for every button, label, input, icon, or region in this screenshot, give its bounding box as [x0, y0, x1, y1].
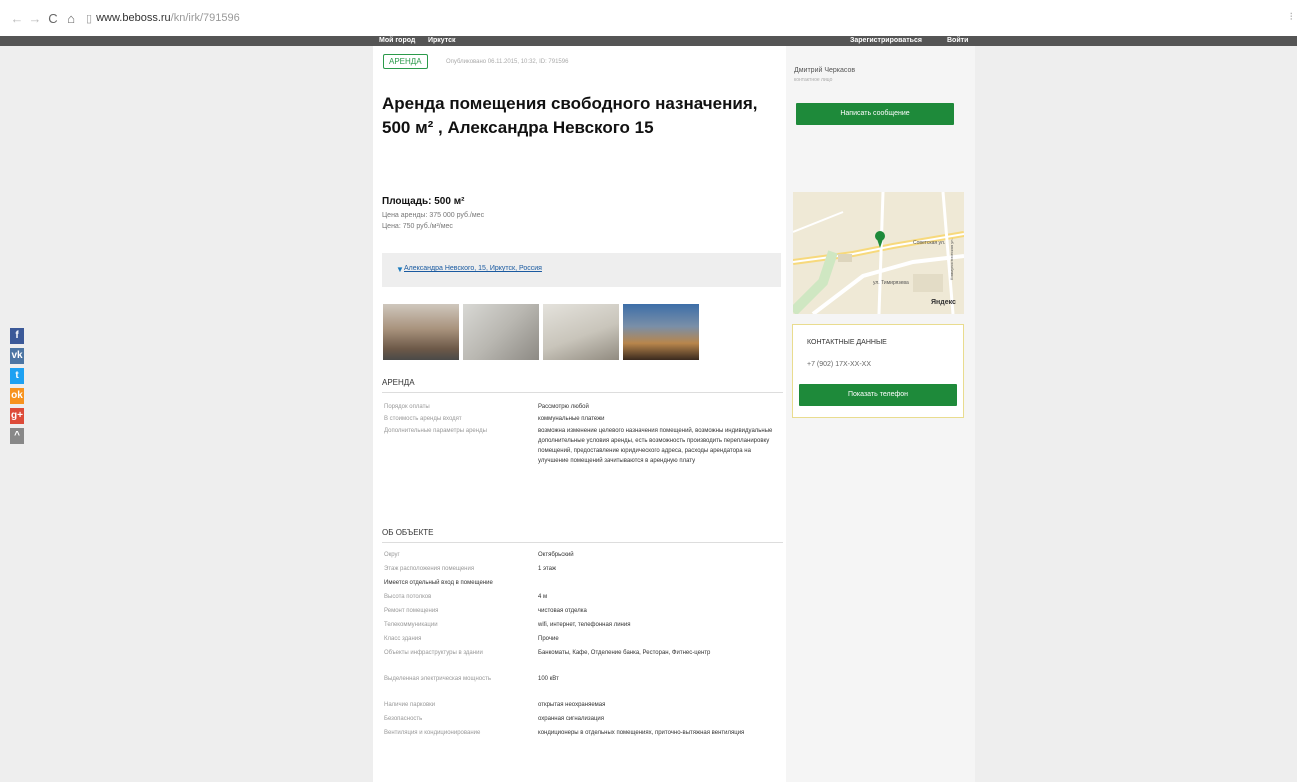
detail-label: Объекты инфраструктуры в здании [384, 650, 483, 656]
detail-value: Прочие [538, 636, 559, 642]
detail-label: Безопасность [384, 716, 423, 722]
deal-type-badge: АРЕНДА [383, 54, 428, 69]
detail-label: Наличие парковки [384, 702, 436, 708]
divider [382, 542, 783, 543]
contact-box: КОНТАКТНЫЕ ДАННЫЕ +7 (902) 17X-XX-XX Пок… [792, 324, 964, 418]
detail-value: Рассмотрю любой [538, 404, 589, 410]
city-irkutsk-link[interactable]: Иркутск [428, 36, 456, 46]
reload-icon[interactable]: C [44, 11, 62, 26]
street-label: Советская ул. [913, 240, 945, 246]
photo-interior-1[interactable] [463, 304, 539, 360]
price-per-meter: Цена: 750 руб./м²/мес [382, 223, 453, 230]
my-city-link[interactable]: Мой город [379, 36, 415, 46]
detail-label: Выделенная электрическая мощность [384, 676, 491, 682]
detail-value: Банкоматы, Кафе, Отделение банка, Рестор… [538, 650, 711, 656]
browser-toolbar: ← → C ⌂ ▯ www.beboss.ru/kn/irk/791596 ⁝ [0, 0, 1297, 36]
photo-interior-2[interactable] [543, 304, 619, 360]
detail-label: Ремонт помещения [384, 608, 439, 614]
show-phone-button[interactable]: Показать телефон [799, 384, 957, 406]
social-share-bar: f vk t ok g+ ^ [10, 328, 24, 448]
detail-value: чистовая отделка [538, 608, 587, 614]
twitter-icon[interactable]: t [10, 368, 24, 384]
agent-name: Дмитрий Черкасов [794, 67, 856, 74]
detail-value: коммунальные платежи [538, 416, 605, 422]
rent-price: Цена аренды: 375 000 руб./мес [382, 212, 485, 219]
area-value: Площадь: 500 м² [382, 196, 465, 207]
detail-value: охранная сигнализация [538, 716, 604, 722]
detail-value: Октябрьский [538, 552, 574, 558]
phone-number: +7 (902) 17X-XX-XX [807, 361, 872, 368]
detail-label: Вентиляция и кондиционирование [384, 730, 481, 736]
detail-value: кондиционеры в отдельных помещениях, при… [538, 730, 745, 736]
facebook-icon[interactable]: f [10, 328, 24, 344]
detail-label: Этаж расположения помещения [384, 566, 475, 572]
detail-value: 4 м [538, 594, 548, 600]
detail-value: 1 этаж [538, 566, 556, 572]
forward-icon[interactable]: → [26, 11, 44, 26]
location-pin-icon: ▼ [396, 265, 404, 274]
detail-label: Телекоммуникации [384, 622, 438, 628]
url-path: /kn/irk/791596 [170, 12, 240, 24]
published-date: Опубликовано 06.11.2015, 10:32, ID: 7915… [446, 59, 569, 65]
address-bar[interactable]: ▯ www.beboss.ru/kn/irk/791596 [86, 12, 240, 25]
back-icon[interactable]: ← [8, 11, 26, 26]
map-graphic: Советская ул. ул. Тимирязева Коммунистич… [793, 192, 964, 314]
address-link[interactable]: Александра Невского, 15, Иркутск, Россия [404, 265, 542, 272]
object-section-heading: ОБ ОБЪЕКТЕ [382, 528, 434, 537]
detail-label: Высота потолков [384, 594, 432, 600]
photo-building[interactable] [383, 304, 459, 360]
detail-value: открытая неохраняемая [538, 702, 606, 708]
detail-label: Округ [384, 552, 400, 558]
detail-value: wifi, интернет, телефонная линия [538, 622, 631, 628]
odnoklassniki-icon[interactable]: ok [10, 388, 24, 404]
detail-value: возможна изменение целевого назначения п… [538, 428, 773, 464]
google-plus-icon[interactable]: g+ [10, 408, 24, 424]
street-label: Коммунистическая ул. [949, 238, 954, 280]
contacts-heading: КОНТАКТНЫЕ ДАННЫЕ [807, 339, 887, 346]
divider [382, 392, 783, 393]
detail-label: Класс здания [384, 636, 422, 642]
more-share-icon[interactable]: ^ [10, 428, 24, 444]
detail-label: Дополнительные параметры аренды [384, 428, 487, 434]
register-link[interactable]: Зарегистрироваться [850, 36, 922, 46]
detail-label: В стоимость аренды входят [384, 416, 462, 422]
page-icon: ▯ [86, 12, 93, 25]
listing-main: АРЕНДА Опубликовано 06.11.2015, 10:32, I… [373, 46, 786, 782]
site-top-nav: Мой город Иркутск Зарегистрироваться Вой… [0, 36, 1297, 46]
detail-label: Порядок оплаты [384, 404, 430, 410]
write-message-button[interactable]: Написать сообщение [796, 103, 954, 125]
photo-exterior-night[interactable] [623, 304, 699, 360]
detail-value: 100 кВт [538, 676, 559, 682]
map-logo: Яндекс [931, 299, 956, 306]
url-host: www.beboss.ru [96, 12, 171, 24]
browser-menu-icon[interactable]: ⁝ [1290, 10, 1294, 23]
home-icon[interactable]: ⌂ [62, 11, 80, 26]
location-map[interactable]: Советская ул. ул. Тимирязева Коммунистич… [793, 192, 964, 314]
rent-section-heading: АРЕНДА [382, 378, 415, 387]
address-box: ▼ Александра Невского, 15, Иркутск, Росс… [382, 253, 781, 287]
detail-note: Имеется отдельный вход в помещение [384, 580, 493, 586]
listing-title: Аренда помещения свободного назначения, … [382, 94, 758, 137]
street-label: ул. Тимирязева [873, 280, 909, 286]
login-link[interactable]: Войти [947, 36, 968, 46]
agent-role: контактное лицо [794, 77, 833, 83]
sidebar: Дмитрий Черкасов контактное лицо Написат… [786, 46, 975, 782]
vk-icon[interactable]: vk [10, 348, 24, 364]
